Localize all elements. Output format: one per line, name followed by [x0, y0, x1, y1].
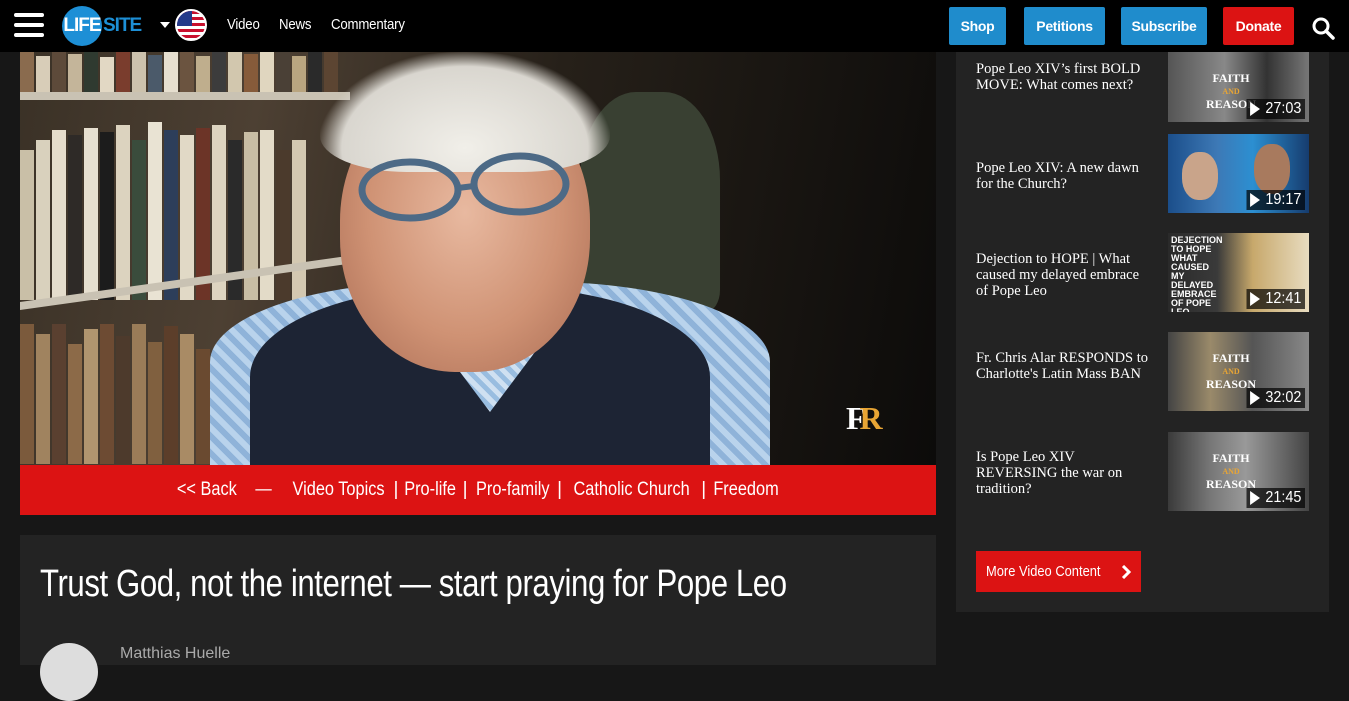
video-list-item[interactable]: Dejection to HOPE | What caused my delay… — [976, 233, 1316, 313]
nav-video[interactable]: Video — [227, 16, 260, 33]
fr-watermark-logo: FR — [846, 400, 883, 436]
back-link[interactable]: << Back — [177, 479, 237, 501]
region-selector[interactable] — [160, 9, 207, 41]
play-icon — [1250, 102, 1260, 116]
chevron-right-icon — [1122, 564, 1132, 579]
nav-news[interactable]: News — [279, 16, 311, 33]
thumbnail-text: FAITH AND REASON — [1206, 451, 1257, 491]
top-navigation-bar: LIFE SITE Video News Commentary Shop Pet… — [0, 0, 1349, 52]
separator: | — [557, 479, 563, 500]
nav-commentary[interactable]: Commentary — [331, 16, 405, 33]
lifesite-logo[interactable]: LIFE SITE — [62, 6, 142, 46]
logo-text: SITE — [103, 15, 142, 36]
topic-pro-life[interactable]: Pro-life — [405, 479, 457, 501]
video-thumbnail[interactable]: DEJECTION TO HOPE WHAT CAUSED MY DELAYED… — [1168, 233, 1309, 312]
video-thumbnail[interactable]: FAITH AND REASON 32:02 — [1168, 332, 1309, 411]
thumbnail-text: FAITH AND REASON — [1206, 351, 1257, 391]
video-thumbnail[interactable]: FAITH AND REASON 21:45 — [1168, 432, 1309, 511]
topic-catholic-church[interactable]: Catholic Church — [574, 479, 690, 501]
video-thumbnail[interactable]: 19:17 — [1168, 134, 1309, 213]
menu-icon[interactable] — [14, 13, 44, 37]
chevron-down-icon — [160, 22, 170, 28]
article-card: Trust God, not the internet — start pray… — [20, 535, 936, 701]
play-icon — [1250, 292, 1260, 306]
petitions-button[interactable]: Petitions — [1024, 7, 1105, 45]
logo-circle: LIFE — [62, 6, 102, 46]
avatar[interactable] — [40, 643, 98, 701]
bookshelf-books — [20, 52, 340, 92]
host-face — [1254, 144, 1290, 194]
more-video-content-button[interactable]: More Video Content — [976, 551, 1142, 592]
video-title[interactable]: Pope Leo XIV’s first BOLD MOVE: What com… — [976, 61, 1154, 93]
shop-button[interactable]: Shop — [949, 7, 1006, 45]
video-duration: 21:45 — [1246, 488, 1305, 508]
page-title: Trust God, not the internet — start pray… — [40, 563, 787, 605]
video-list-item[interactable]: Pope Leo XIV’s first BOLD MOVE: What com… — [976, 52, 1316, 141]
play-icon — [1250, 193, 1260, 207]
topic-video-topics[interactable]: Video Topics — [292, 479, 384, 501]
video-duration: 32:02 — [1246, 388, 1305, 408]
topic-freedom[interactable]: Freedom — [713, 479, 778, 501]
glasses — [358, 152, 570, 222]
video-duration: 27:03 — [1246, 99, 1305, 119]
dash-separator: — — [254, 479, 272, 500]
separator: | — [462, 479, 468, 500]
play-icon — [1250, 491, 1260, 505]
video-list-item[interactable]: Is Pope Leo XIV REVERSING the war on tra… — [976, 432, 1316, 512]
video-duration: 19:17 — [1246, 190, 1305, 210]
topic-pro-family[interactable]: Pro-family — [476, 479, 550, 501]
related-videos-sidebar: Pope Leo XIV’s first BOLD MOVE: What com… — [956, 52, 1329, 612]
video-duration: 12:41 — [1246, 289, 1305, 309]
video-topics-bar: << Back — Video Topics | Pro-life | Pro-… — [20, 465, 936, 515]
video-title[interactable]: Pope Leo XIV: A new dawn for the Church? — [976, 160, 1154, 192]
video-player[interactable]: FR — [20, 52, 936, 465]
more-video-content-label: More Video Content — [986, 563, 1101, 580]
host-face — [1182, 152, 1218, 200]
video-title[interactable]: Is Pope Leo XIV REVERSING the war on tra… — [976, 449, 1154, 497]
search-icon[interactable] — [1311, 16, 1335, 40]
video-title[interactable]: Dejection to HOPE | What caused my delay… — [976, 251, 1154, 299]
separator: | — [393, 479, 399, 500]
thumbnail-text: DEJECTION TO HOPE WHAT CAUSED MY DELAYED… — [1171, 235, 1223, 313]
video-list-item[interactable]: Fr. Chris Alar RESPONDS to Charlotte's L… — [976, 332, 1316, 412]
bookshelf — [20, 92, 350, 100]
subscribe-button[interactable]: Subscribe — [1121, 7, 1207, 45]
video-title[interactable]: Fr. Chris Alar RESPONDS to Charlotte's L… — [976, 350, 1154, 382]
separator: | — [701, 479, 707, 500]
us-flag-icon — [175, 9, 207, 41]
main-nav: Video News Commentary — [227, 16, 415, 33]
video-list-item[interactable]: Pope Leo XIV: A new dawn for the Church?… — [976, 134, 1316, 214]
play-icon — [1250, 391, 1260, 405]
author-name[interactable]: Matthias Huelle — [120, 645, 230, 663]
video-thumbnail[interactable]: FAITH AND REASON 27:03 — [1168, 52, 1309, 122]
donate-button[interactable]: Donate — [1223, 7, 1294, 45]
